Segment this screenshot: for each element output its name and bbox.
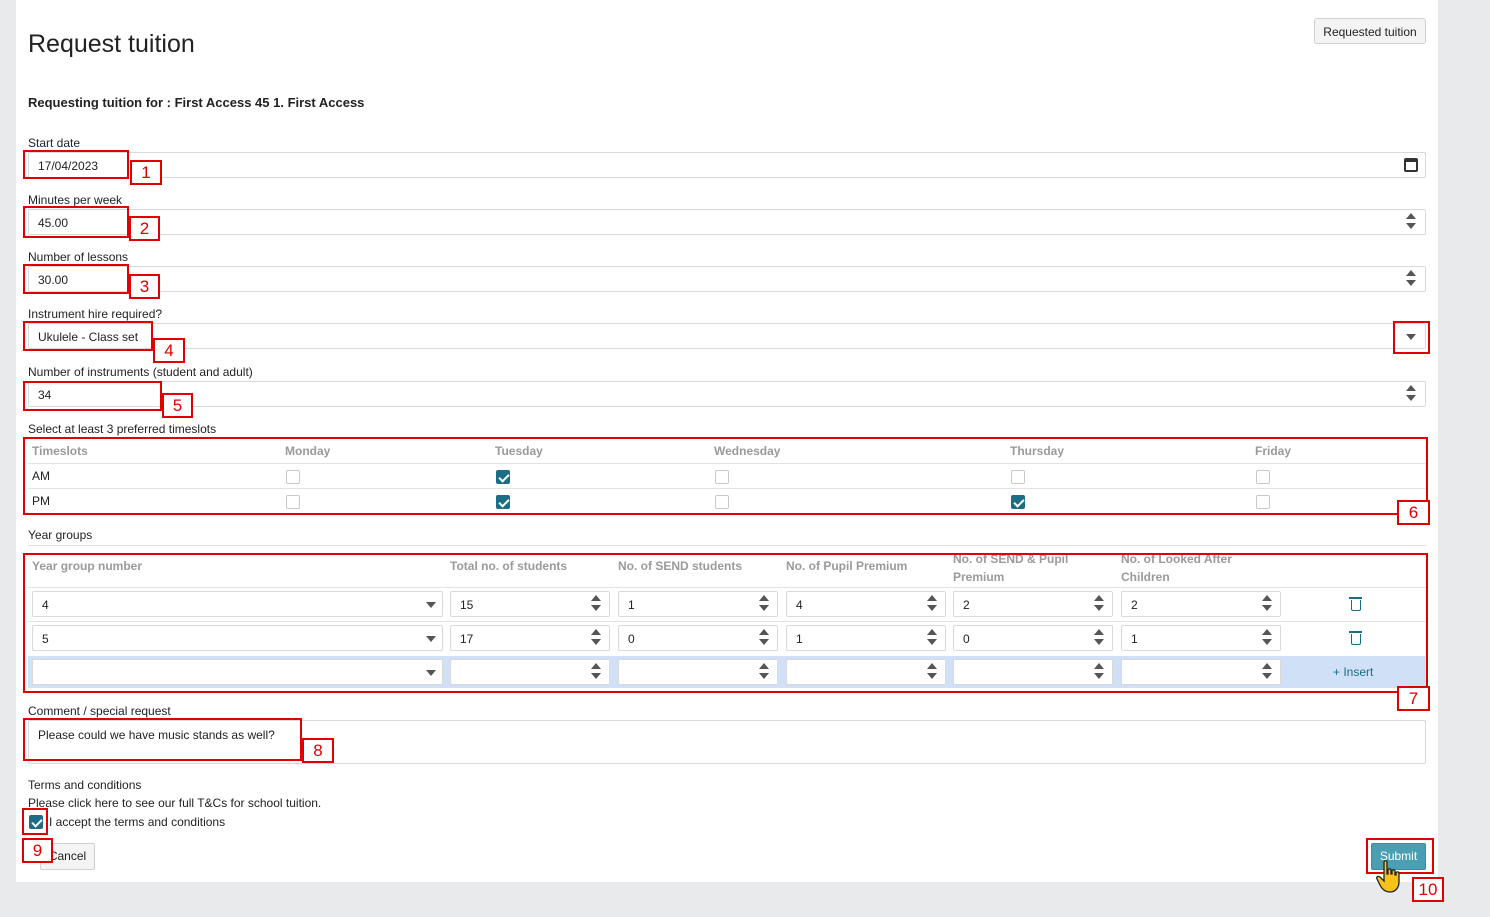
annotation-number: 6 <box>1397 500 1430 525</box>
annotation-number: 1 <box>130 160 162 185</box>
annotation-highlight <box>23 437 1428 515</box>
annotation-number: 2 <box>129 216 160 241</box>
number-of-instruments-label: Number of instruments (student and adult… <box>28 365 253 379</box>
instrument-hire-label: Instrument hire required? <box>28 307 163 321</box>
page-title: Request tuition <box>28 30 195 58</box>
accept-terms-label: I accept the terms and conditions <box>49 815 226 829</box>
annotation-number: 5 <box>162 393 193 418</box>
annotation-highlight <box>1393 321 1430 354</box>
timeslots-label: Select at least 3 preferred timeslots <box>28 422 217 436</box>
terms-link[interactable]: Please click here to see our full T&Cs f… <box>28 796 321 810</box>
number-of-lessons-input[interactable]: 30.00 <box>28 266 1426 292</box>
annotation-number: 3 <box>129 274 160 299</box>
annotation-highlight <box>22 808 48 835</box>
spinner-icon[interactable] <box>1401 384 1421 404</box>
requesting-for-text: Requesting tuition for : First Access 45… <box>28 95 365 110</box>
annotation-highlight <box>23 264 129 294</box>
annotation-number: 8 <box>302 738 334 763</box>
comment-label: Comment / special request <box>28 704 171 718</box>
annotation-highlight <box>23 553 1428 693</box>
divider <box>28 545 1426 546</box>
start-date-label: Start date <box>28 136 81 150</box>
annotation-number: 9 <box>22 838 53 863</box>
annotation-highlight <box>23 321 153 351</box>
spinner-icon[interactable] <box>1401 269 1421 289</box>
start-date-input[interactable]: 17/04/2023 <box>28 152 1426 178</box>
minutes-per-week-input[interactable]: 45.00 <box>28 209 1426 235</box>
hand-cursor-icon <box>1376 860 1400 893</box>
minutes-per-week-label: Minutes per week <box>28 193 123 207</box>
instrument-hire-select[interactable]: Ukulele - Class set <box>28 323 1426 349</box>
annotation-highlight <box>23 381 162 411</box>
spinner-icon[interactable] <box>1401 212 1421 232</box>
requested-tuition-button[interactable]: Requested tuition <box>1314 18 1426 44</box>
year-groups-label: Year groups <box>28 528 93 542</box>
annotation-highlight <box>23 150 129 179</box>
number-of-instruments-input[interactable]: 34 <box>28 381 1426 407</box>
annotation-number: 10 <box>1412 877 1444 902</box>
annotation-number: 4 <box>153 338 185 363</box>
number-of-lessons-label: Number of lessons <box>28 250 129 264</box>
annotation-number: 7 <box>1397 686 1430 711</box>
calendar-icon[interactable] <box>1404 158 1418 172</box>
terms-label: Terms and conditions <box>28 778 142 792</box>
annotation-highlight <box>23 206 129 238</box>
annotation-highlight <box>23 718 302 761</box>
